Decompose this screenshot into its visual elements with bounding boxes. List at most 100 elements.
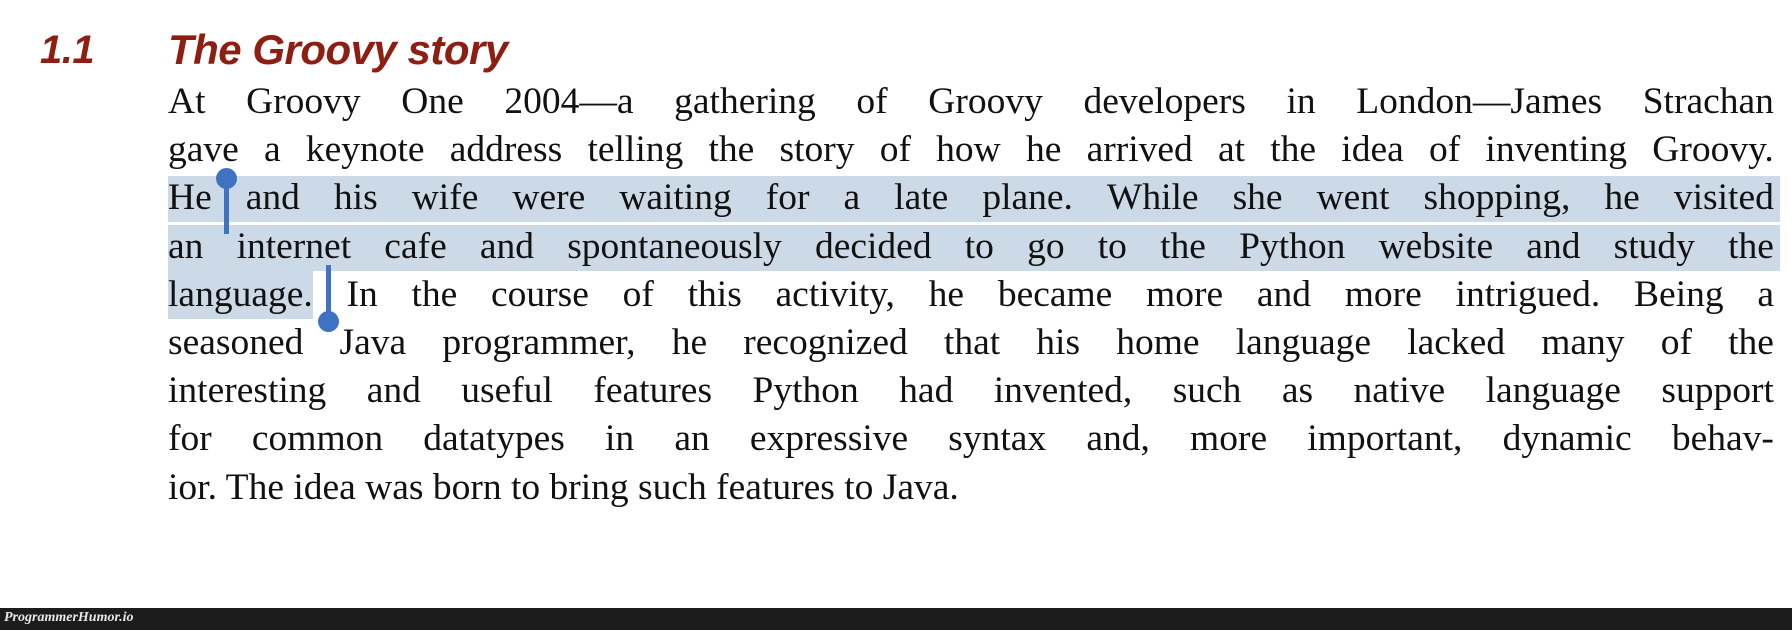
paragraph-word: he [671, 321, 708, 363]
paragraph-word: Python [1239, 225, 1346, 267]
paragraph-word: home [1116, 321, 1200, 363]
paragraph-word: address [449, 129, 563, 171]
paragraph-line: gave a keynote address telling the story of how h… [168, 126, 1774, 174]
paragraph-word: language. [168, 270, 313, 319]
paragraph-line: seasoned Java programmer, he recognized that h… [168, 319, 1774, 367]
paragraph-word: an [674, 418, 710, 460]
paragraph-line: At Groovy One 2004—a gathering of Groovy develo… [168, 78, 1774, 126]
paragraph-word: the [1160, 225, 1206, 267]
paragraph-word: native [1353, 370, 1446, 412]
paragraph-word: Python [752, 370, 859, 412]
paragraph-word: that [943, 321, 1001, 363]
paragraph-word: wife [411, 177, 479, 219]
paragraph-word: language [1235, 321, 1372, 363]
paragraph-word: course [491, 273, 589, 315]
watermark-bar: ProgrammerHumor.io [0, 608, 1792, 630]
paragraph-word: While [1106, 177, 1199, 219]
paragraph-word: Groovy [928, 81, 1043, 122]
paragraph-word: features [593, 370, 713, 412]
paragraph-word: go [1027, 225, 1065, 267]
paragraph-word: invented, [993, 370, 1133, 412]
paragraph-word: shopping, [1423, 177, 1571, 219]
paragraph-word: story [779, 129, 855, 171]
paragraph-word: his [1036, 321, 1081, 363]
paragraph-word: developers [1083, 81, 1246, 122]
body-paragraph[interactable]: At Groovy One 2004—a gathering of Groovy develo… [168, 78, 1780, 512]
paragraph-word: late [894, 177, 949, 219]
paragraph-word: to [964, 225, 994, 267]
paragraph-word: of [856, 81, 888, 122]
paragraph-word: cafe [384, 225, 447, 267]
paragraph-word: the [411, 273, 458, 315]
paragraph-word: arrived [1086, 129, 1193, 171]
paragraph-word: datatypes [423, 418, 565, 460]
paragraph-word: waiting [619, 177, 732, 219]
paragraph-word: common [251, 418, 384, 460]
paragraph-word: had [899, 370, 954, 412]
paragraph-word: website [1378, 225, 1494, 267]
paragraph-word: of [1660, 321, 1692, 363]
paragraph-word: internet [236, 225, 352, 267]
paragraph-word: and, [1086, 418, 1150, 460]
paragraph-word: his [333, 177, 378, 219]
paragraph-word: spontaneously [567, 225, 782, 267]
paragraph-word: Java [339, 321, 407, 363]
paragraph-line: ior. The idea was born to bring such fea… [168, 464, 1774, 512]
paragraph-line: for common datatypes in an expressive syntax an… [168, 415, 1774, 463]
text-selection-start-handle[interactable] [216, 168, 242, 234]
paragraph-word: as [1281, 370, 1314, 412]
paragraph-word: language [1485, 370, 1621, 412]
paragraph-word: London—James [1356, 81, 1603, 122]
paragraph-word: and [1526, 225, 1581, 267]
paragraph-word: inventing [1485, 129, 1628, 171]
paragraph-word: and [479, 225, 535, 267]
paragraph-word: useful [461, 370, 553, 412]
paragraph-word: more [1344, 273, 1422, 315]
paragraph-word: telling [587, 129, 684, 171]
paragraph-word: study [1613, 225, 1695, 267]
paragraph-word: of [879, 129, 911, 171]
selection-handle-knob-icon [318, 311, 339, 332]
paragraph-word: behav- [1671, 418, 1774, 460]
paragraph-word: more [1190, 418, 1268, 460]
paragraph-word: became [997, 273, 1113, 315]
paragraph-word: the [1728, 321, 1774, 363]
paragraph-word: and [366, 370, 421, 412]
paragraph-word: a [264, 129, 281, 171]
paragraph-line-text: ior. The idea was born to bring such fea… [168, 466, 959, 508]
paragraph-word: for [765, 177, 810, 219]
paragraph-word: important, [1307, 418, 1463, 460]
watermark-label: ProgrammerHumor.io [4, 610, 134, 625]
paragraph-word: idea [1341, 129, 1404, 171]
paragraph-word: He [168, 177, 212, 219]
paragraph-word: he [1025, 129, 1062, 171]
paragraph-word: Strachan [1642, 81, 1774, 122]
paragraph-word: dynamic [1502, 418, 1632, 460]
paragraph-word: Groovy. [1652, 129, 1774, 171]
paragraph-word: intrigued. [1455, 273, 1601, 315]
paragraph-word: an [168, 225, 204, 267]
document-page: 1.1 The Groovy story At Groovy One 2004—a ga… [0, 0, 1792, 630]
paragraph-word: many [1541, 321, 1625, 363]
paragraph-word: this [687, 273, 742, 315]
paragraph-word: more [1146, 273, 1224, 315]
paragraph-word: he [928, 273, 965, 315]
paragraph-word: plane. [982, 177, 1073, 219]
paragraph-word: lacked [1407, 321, 1506, 363]
paragraph-word: 2004—a [504, 81, 634, 122]
section-number: 1.1 [40, 28, 95, 72]
paragraph-word: activity, [775, 273, 895, 315]
paragraph-word: in [605, 418, 635, 460]
section-title: The Groovy story [168, 26, 508, 73]
paragraph-word: syntax [948, 418, 1047, 460]
paragraph-word: visited [1673, 177, 1774, 219]
paragraph-word: the [1728, 225, 1774, 267]
text-selection-end-handle[interactable] [318, 265, 344, 335]
paragraph-line: language. In the course of this activity, he bec… [168, 270, 1774, 319]
paragraph-word: In [346, 273, 378, 315]
paragraph-word: a [1757, 273, 1774, 315]
paragraph-word: to [1097, 225, 1127, 267]
paragraph-word: One [401, 81, 464, 122]
paragraph-word: she [1232, 177, 1283, 219]
paragraph-word: seasoned [168, 321, 304, 363]
